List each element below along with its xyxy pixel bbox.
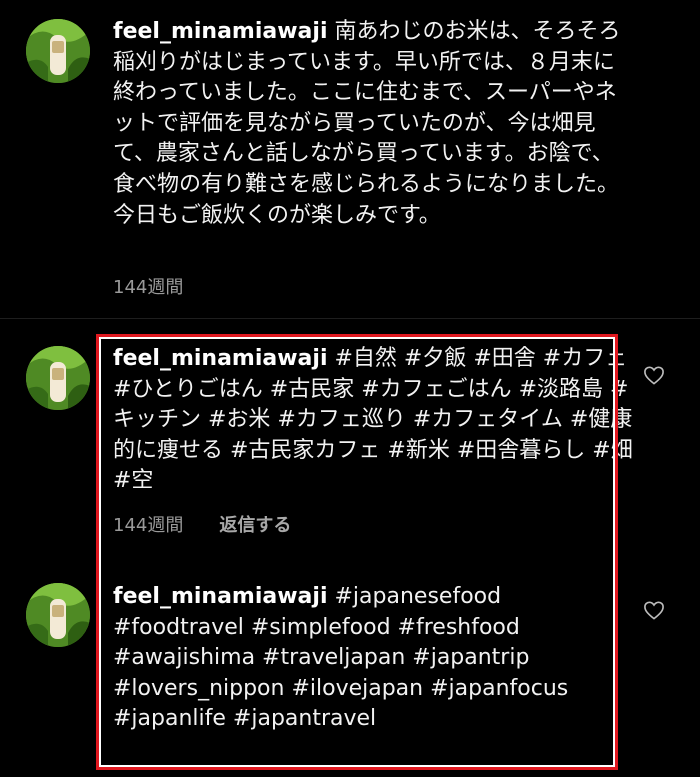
divider (0, 318, 700, 319)
heart-icon[interactable] (643, 600, 665, 620)
comment-time: 144週間 (113, 277, 184, 298)
avatar[interactable] (26, 583, 90, 647)
comment-username[interactable]: feel_minamiawaji (113, 19, 328, 44)
comment-time: 144週間 (113, 515, 184, 536)
comment-text: feel_minamiawaji 南あわじのお米は、そろそろ稲刈りがはじまってい… (113, 17, 633, 261)
avatar[interactable] (26, 346, 90, 410)
avatar-image (26, 19, 90, 83)
comment-text: feel_minamiawaji #自然 #夕飯 #田舎 #カフェ #ひとりごは… (113, 344, 633, 498)
avatar-image (26, 583, 90, 647)
comment-body: 南あわじのお米は、そろそろ稲刈りがはじまっています。早い所では、８月末に終わって… (113, 19, 621, 228)
avatar[interactable] (26, 19, 90, 83)
comment-username[interactable]: feel_minamiawaji (113, 346, 328, 371)
heart-icon[interactable] (643, 365, 665, 385)
reply-button[interactable]: 返信する (219, 511, 291, 537)
comment-username[interactable]: feel_minamiawaji (113, 584, 328, 609)
comment-meta: 144週間 (113, 273, 183, 299)
avatar-image (26, 346, 90, 410)
comment-text: feel_minamiawaji #japanesefood #foodtrav… (113, 582, 583, 768)
comment-meta: 144週間 返信する (113, 511, 291, 537)
